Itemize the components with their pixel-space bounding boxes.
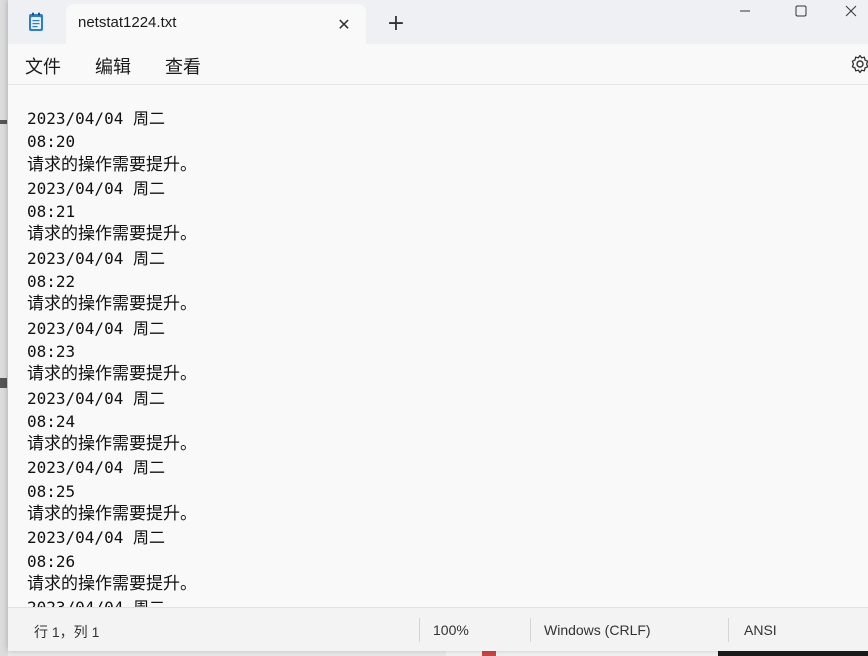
text-editor[interactable]: 2023/04/04 周二 08:20 请求的操作需要提升。 2023/04/0… bbox=[8, 85, 868, 607]
file-tab[interactable]: netstat1224.txt ✕ bbox=[66, 4, 366, 44]
close-icon bbox=[845, 5, 857, 17]
editor-line: 2023/04/04 周二 bbox=[27, 388, 165, 408]
gear-icon bbox=[851, 54, 868, 74]
editor-line: 08:24 bbox=[27, 411, 76, 431]
editor-line: 请求的操作需要提升。 bbox=[27, 154, 197, 175]
editor-line: 2023/04/04 周二 bbox=[27, 528, 165, 548]
editor-line: 08:21 bbox=[27, 202, 76, 222]
encoding: ANSI bbox=[744, 622, 777, 638]
maximize-button[interactable] bbox=[778, 0, 824, 22]
editor-line: 2023/04/04 周二 bbox=[27, 458, 165, 478]
maximize-icon bbox=[795, 5, 807, 17]
editor-line: 请求的操作需要提升。 bbox=[27, 573, 197, 594]
minimize-button[interactable] bbox=[722, 0, 768, 22]
editor-line: 请求的操作需要提升。 bbox=[27, 504, 197, 525]
editor-line: 2023/04/04 周二 bbox=[27, 178, 165, 198]
editor-line: 2023/04/04 周二 bbox=[27, 248, 165, 268]
zoom-level: 100% bbox=[433, 622, 469, 638]
editor-line: 请求的操作需要提升。 bbox=[27, 224, 197, 245]
new-tab-button[interactable]: + bbox=[384, 12, 408, 36]
editor-line: 2023/04/04 周二 bbox=[27, 596, 197, 607]
menu-edit[interactable]: 编辑 bbox=[95, 53, 131, 79]
editor-line: 2023/04/04 周二 bbox=[27, 109, 165, 128]
notepad-icon bbox=[28, 12, 44, 32]
background-mark bbox=[0, 378, 7, 388]
editor-line: 2023/04/04 周二 bbox=[27, 318, 165, 338]
close-tab-button[interactable]: ✕ bbox=[332, 12, 356, 36]
menu-view[interactable]: 查看 bbox=[165, 53, 201, 79]
status-divider bbox=[530, 618, 531, 642]
cursor-position: 行 1，列 1 bbox=[34, 624, 100, 640]
settings-button[interactable] bbox=[850, 54, 868, 74]
editor-line: 08:25 bbox=[27, 481, 76, 501]
status-divider bbox=[419, 618, 420, 642]
minimize-icon bbox=[740, 10, 750, 12]
editor-line: 请求的操作需要提升。 bbox=[27, 364, 197, 385]
editor-line: 08:22 bbox=[27, 272, 76, 292]
close-window-button[interactable] bbox=[834, 0, 868, 22]
editor-line: 08:23 bbox=[27, 341, 76, 361]
background-app-edge bbox=[0, 0, 8, 656]
line-ending: Windows (CRLF) bbox=[544, 622, 651, 638]
editor-line: 08:26 bbox=[27, 551, 76, 571]
editor-line: 请求的操作需要提升。 bbox=[27, 434, 197, 455]
background-mark bbox=[0, 120, 7, 124]
status-bar: 行 1，列 1 100% Windows (CRLF) ANSI bbox=[8, 607, 868, 651]
editor-line: 08:20 bbox=[27, 132, 76, 152]
title-bar[interactable]: netstat1224.txt ✕ + bbox=[8, 0, 868, 44]
editor-lines: 2023/04/04 周二 08:20 请求的操作需要提升。 2023/04/0… bbox=[27, 107, 197, 607]
menu-file[interactable]: 文件 bbox=[25, 53, 61, 79]
editor-line: 请求的操作需要提升。 bbox=[27, 294, 197, 315]
menu-bar: 文件 编辑 查看 bbox=[8, 44, 868, 85]
status-divider bbox=[728, 618, 729, 642]
notepad-window: netstat1224.txt ✕ + 文件 编辑 查看 2023/04/04 … bbox=[8, 0, 868, 651]
tab-title: netstat1224.txt bbox=[78, 14, 177, 31]
